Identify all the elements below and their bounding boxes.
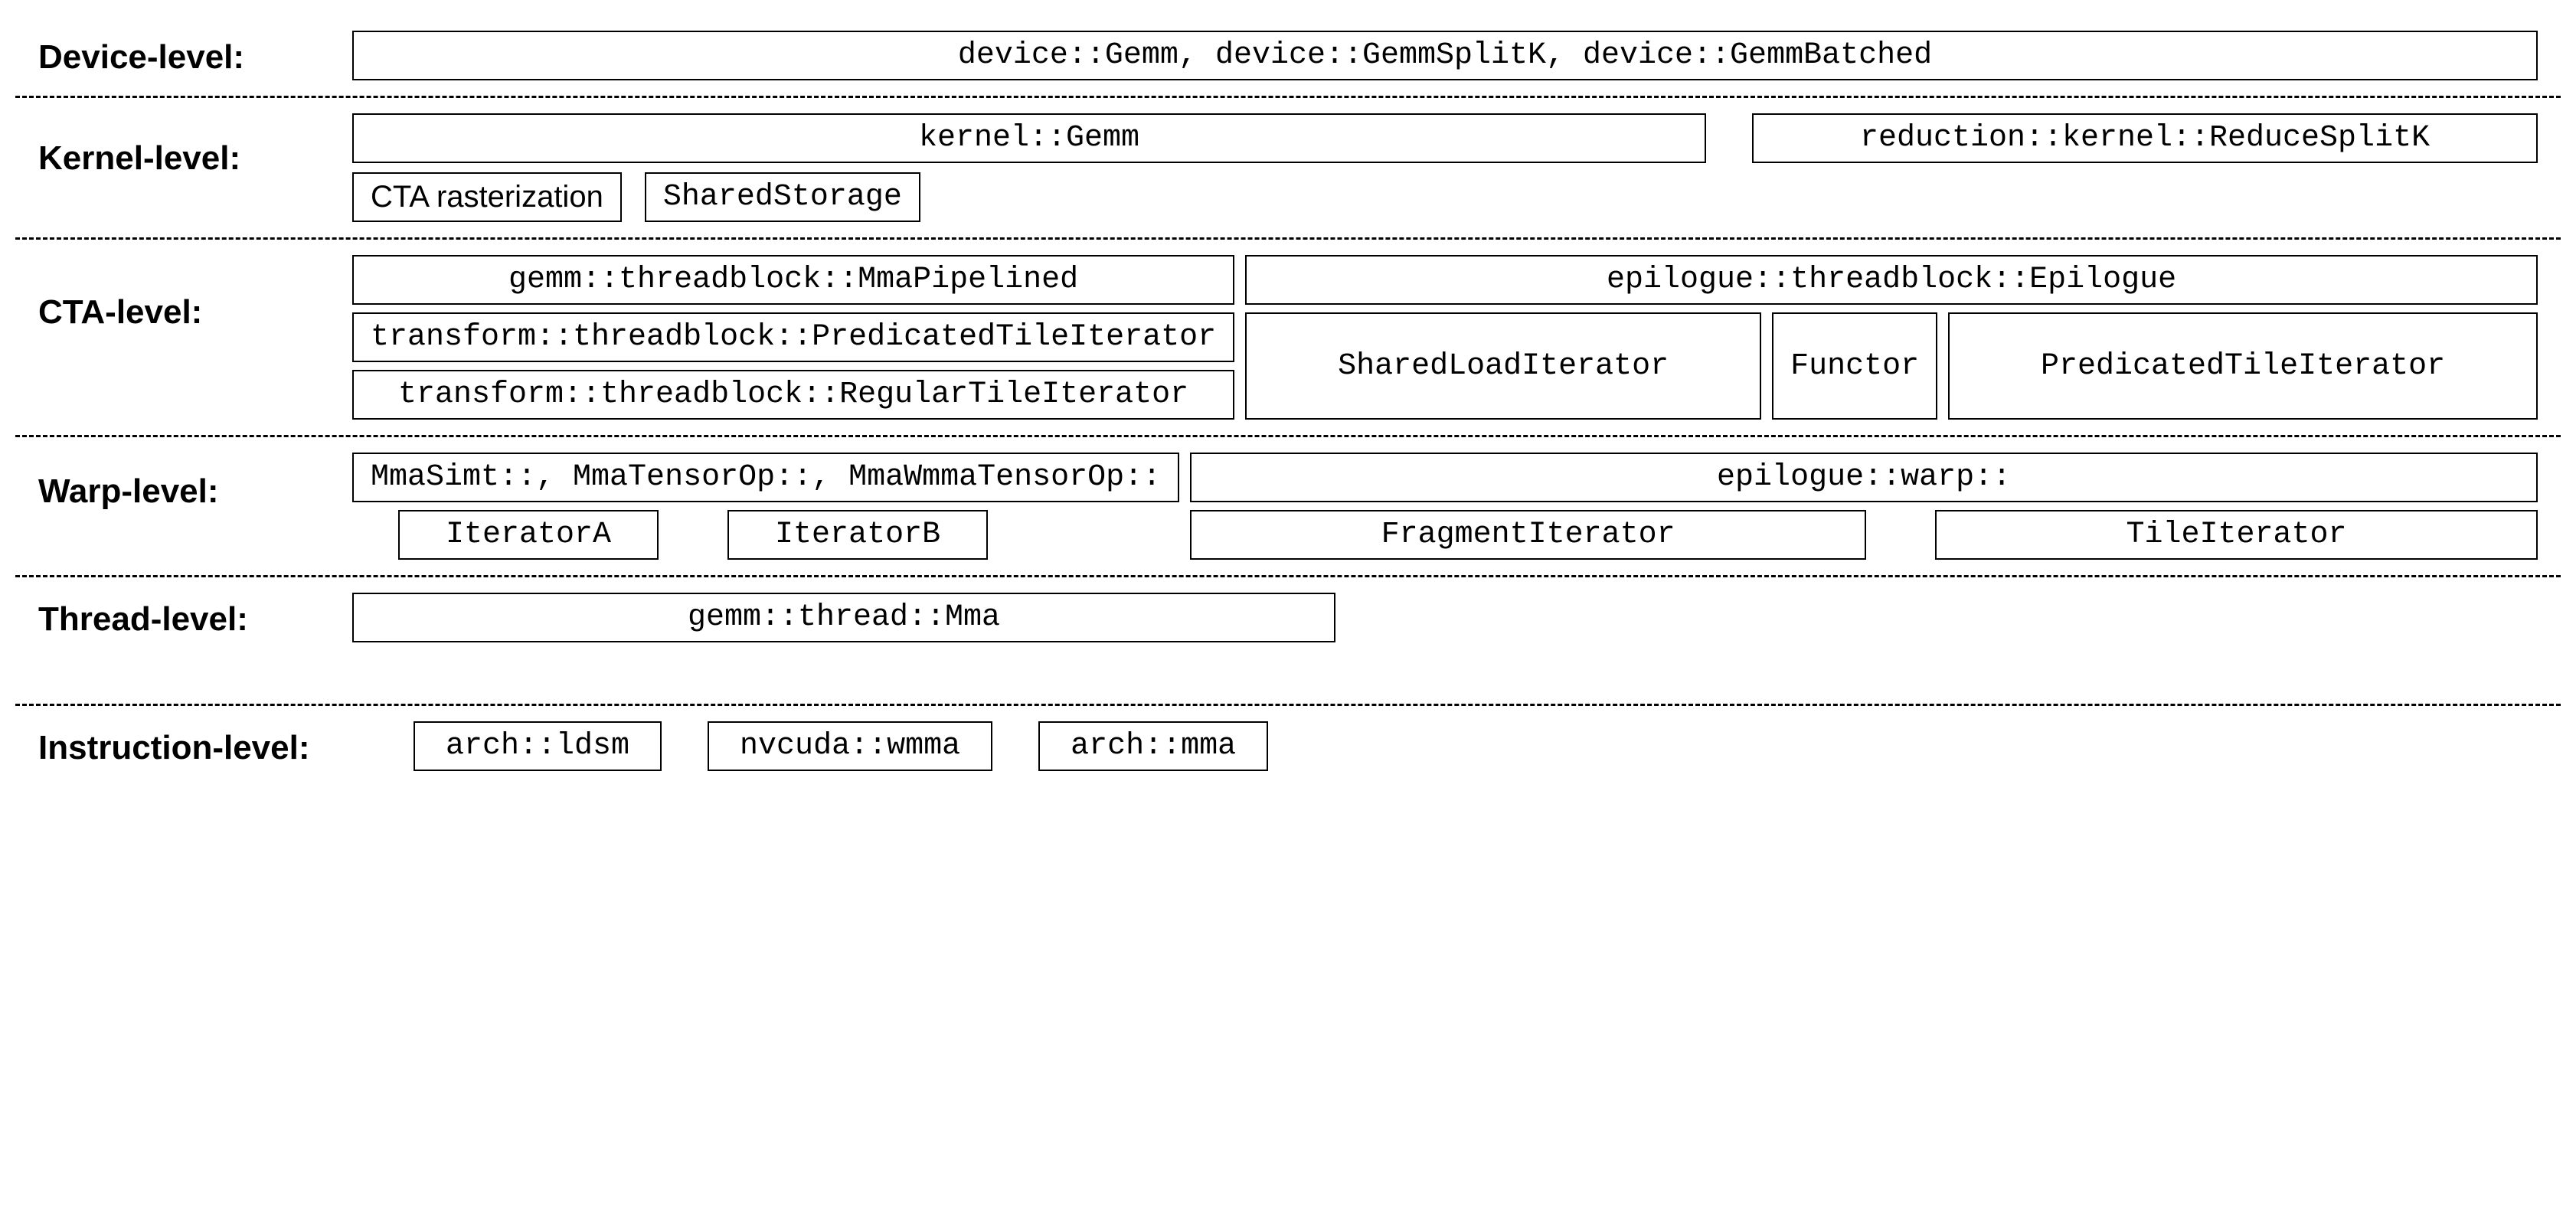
box-predicated-tile-iterator-left: transform::threadblock::PredicatedTileIt… [352,312,1234,362]
box-device-gemm: device::Gemm, device::GemmSplitK, device… [352,31,2538,80]
warp-level-label: Warp-level: [15,453,352,511]
device-level-section: Device-level: device::Gemm, device::Gemm… [15,15,2561,98]
box-gemm-thread-mma: gemm::thread::Mma [352,593,1335,642]
instruction-level-label: Instruction-level: [15,721,414,767]
kernel-level-section: Kernel-level: kernel::Gemm reduction::ke… [15,98,2561,240]
box-shared-load-iterator: SharedLoadIterator [1245,312,1761,420]
box-functor: Functor [1772,312,1937,420]
box-regular-tile-iterator: transform::threadblock::RegularTileItera… [352,370,1234,420]
thread-level-section: Thread-level: gemm::thread::Mma [15,577,2561,706]
box-epilogue-warp: epilogue::warp:: [1190,453,2538,502]
box-predicated-tile-iterator-right: PredicatedTileIterator [1948,312,2538,420]
box-iterator-b: IteratorB [727,510,988,560]
box-iterator-a: IteratorA [398,510,659,560]
box-arch-mma: arch::mma [1038,721,1268,771]
box-cta-rasterization: CTA rasterization [352,172,622,222]
cta-level-label: CTA-level: [15,255,352,332]
box-reduce-splitk: reduction::kernel::ReduceSplitK [1752,113,2538,163]
cta-level-section: CTA-level: gemm::threadblock::MmaPipelin… [15,240,2561,437]
instruction-level-section: Instruction-level: arch::ldsm nvcuda::wm… [15,706,2561,786]
kernel-level-label: Kernel-level: [15,113,352,178]
box-nvcuda-wmma: nvcuda::wmma [708,721,992,771]
box-epilogue-threadblock: epilogue::threadblock::Epilogue [1245,255,2538,305]
device-level-label: Device-level: [15,31,352,77]
box-arch-ldsm: arch::ldsm [414,721,662,771]
box-tile-iterator: TileIterator [1935,510,2538,560]
box-mma-pipelined: gemm::threadblock::MmaPipelined [352,255,1234,305]
warp-level-section: Warp-level: MmaSimt::, MmaTensorOp::, Mm… [15,437,2561,577]
box-fragment-iterator: FragmentIterator [1190,510,1866,560]
box-shared-storage: SharedStorage [645,172,920,222]
box-kernel-gemm: kernel::Gemm [352,113,1706,163]
box-mma-simt-tensorop: MmaSimt::, MmaTensorOp::, MmaWmmaTensorO… [352,453,1179,502]
thread-level-label: Thread-level: [15,593,352,639]
